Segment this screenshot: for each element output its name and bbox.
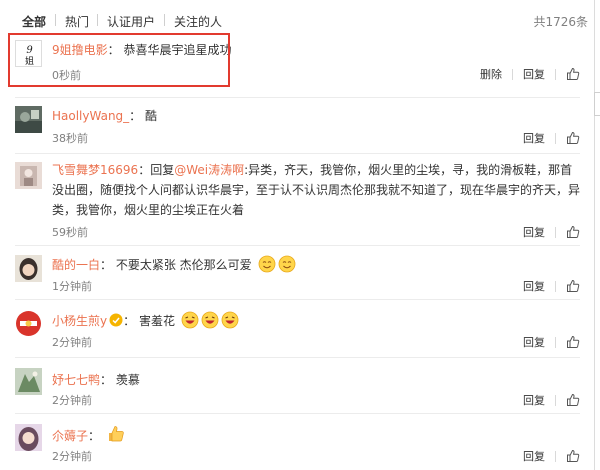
tab-hot[interactable]: 热门	[65, 13, 89, 30]
comment-separator: ：	[88, 429, 101, 443]
mention-link[interactable]: @Wei涛涛啊	[174, 163, 244, 177]
comment-username[interactable]: 酷的一白	[52, 258, 100, 272]
laughing-emoji-icon	[181, 311, 199, 329]
highlight-box	[8, 33, 230, 87]
comment-item: 小杨生煎y ： 害羞花 2分钟前 回复	[0, 300, 594, 356]
verified-badge-icon	[109, 313, 123, 327]
avatar[interactable]	[15, 255, 42, 282]
reply-button[interactable]: 回复	[523, 66, 545, 82]
thumbs-up-emoji-icon	[108, 426, 124, 442]
comment-item: 妤七七鸭： 羡慕 2分钟前 回复	[0, 358, 594, 412]
comment-actions: 回复	[523, 392, 580, 408]
comment-separator: ：	[129, 109, 142, 123]
laughing-emoji-icon	[221, 311, 239, 329]
comment-text: 羡慕	[115, 373, 140, 387]
comment-time: 1分钟前	[52, 280, 92, 293]
reply-button[interactable]: 回复	[523, 448, 545, 464]
action-divider	[512, 68, 513, 80]
comment-actions: 回复	[523, 130, 580, 146]
comment-username[interactable]: 尒薅子	[52, 429, 88, 443]
comment-content: 飞雪舞梦16696：回复@Wei涛涛啊:异类，齐天，我管你，烟火里的尘埃，寻，我…	[52, 160, 580, 220]
panel-edge	[594, 0, 595, 470]
avatar[interactable]	[15, 310, 42, 337]
comment-total-count: 共1726条	[533, 15, 588, 29]
tab-all[interactable]: 全部	[22, 13, 46, 30]
comment-actions: 回复	[523, 334, 580, 350]
action-divider	[555, 450, 556, 462]
tab-following[interactable]: 关注的人	[174, 13, 222, 30]
delete-button[interactable]: 删除	[480, 66, 502, 82]
tab-verified-users[interactable]: 认证用户	[107, 13, 155, 30]
tab-divider	[55, 14, 56, 26]
like-thumb-icon[interactable]	[566, 449, 580, 463]
comment-actions: 回复	[523, 448, 580, 464]
comment-actions: 回复	[523, 224, 580, 240]
comment-text: 害羞花	[138, 314, 175, 328]
comment-username[interactable]: 妤七七鸭	[52, 373, 100, 387]
action-divider	[555, 132, 556, 144]
like-thumb-icon[interactable]	[566, 335, 580, 349]
comment-content: 尒薅子：	[52, 424, 580, 446]
smile-emoji-icon	[278, 255, 295, 273]
avatar[interactable]	[15, 106, 42, 133]
comment-actions: 回复	[523, 278, 580, 294]
comment-username[interactable]: 飞雪舞梦16696	[52, 163, 138, 177]
reply-prefix: 回复	[150, 163, 175, 177]
comment-content: HaollyWang_： 酷	[52, 106, 580, 126]
smile-emoji-icon	[258, 255, 275, 273]
action-divider	[555, 336, 556, 348]
avatar[interactable]	[15, 424, 42, 451]
like-thumb-icon[interactable]	[566, 225, 580, 239]
reply-button[interactable]: 回复	[523, 224, 545, 240]
like-thumb-icon[interactable]	[566, 131, 580, 145]
laughing-emoji-icon	[201, 311, 219, 329]
comment-item: 飞雪舞梦16696：回复@Wei涛涛啊:异类，齐天，我管你，烟火里的尘埃，寻，我…	[0, 154, 594, 244]
action-divider	[555, 280, 556, 292]
tab-divider	[97, 14, 98, 26]
panel-edge-handle	[594, 92, 600, 116]
comment-content: 妤七七鸭： 羡慕	[52, 370, 580, 390]
action-divider	[555, 68, 556, 80]
action-divider	[555, 226, 556, 238]
comment-username[interactable]: HaollyWang_	[52, 109, 129, 123]
comment-time: 2分钟前	[52, 450, 92, 463]
comment-content: 酷的一白： 不要太紧张 杰伦那么可爱	[52, 255, 580, 275]
avatar[interactable]	[15, 162, 42, 189]
comment-item: 尒薅子： 2分钟前 回复	[0, 414, 594, 470]
comment-username[interactable]: 小杨生煎y	[52, 314, 107, 328]
reply-button[interactable]: 回复	[523, 130, 545, 146]
comment-content: 小杨生煎y ： 害羞花	[52, 311, 580, 331]
comment-actions: 删除 回复	[480, 66, 580, 82]
comment-text: 不要太紧张 杰伦那么可爱	[115, 258, 252, 272]
comment-separator: ：	[100, 373, 113, 387]
tab-divider	[164, 14, 165, 26]
reply-button[interactable]: 回复	[523, 334, 545, 350]
reply-button[interactable]: 回复	[523, 278, 545, 294]
comment-time: 2分钟前	[52, 394, 92, 407]
like-thumb-icon[interactable]	[566, 67, 580, 81]
comment-separator: ：	[100, 258, 113, 272]
action-divider	[555, 394, 556, 406]
like-thumb-icon[interactable]	[566, 279, 580, 293]
comment-time: 38秒前	[52, 132, 88, 145]
comment-time: 59秒前	[52, 226, 88, 239]
comment-text: 酷	[145, 109, 158, 123]
comment-separator: ：	[138, 163, 151, 177]
comment-separator: ：	[123, 314, 136, 328]
like-thumb-icon[interactable]	[566, 393, 580, 407]
comment-time: 2分钟前	[52, 336, 92, 349]
avatar[interactable]	[15, 368, 42, 395]
comment-item: 酷的一白： 不要太紧张 杰伦那么可爱 1分钟前 回复	[0, 246, 594, 298]
reply-button[interactable]: 回复	[523, 392, 545, 408]
comment-item: HaollyWang_： 酷 38秒前 回复	[0, 98, 594, 150]
